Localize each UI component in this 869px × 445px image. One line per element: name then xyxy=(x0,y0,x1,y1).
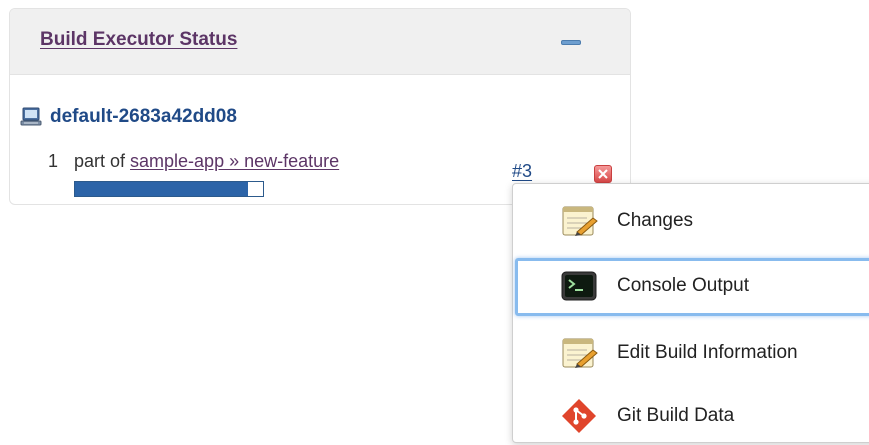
menu-label-changes: Changes xyxy=(617,210,694,231)
executor-prefix: part of xyxy=(74,151,131,171)
build-number-link[interactable]: #3 xyxy=(512,161,532,182)
menu-item-changes[interactable]: Changes xyxy=(515,192,869,250)
git-icon xyxy=(559,399,599,433)
panel-header: Build Executor Status xyxy=(10,9,630,75)
menu-label-git-build-data: Git Build Data xyxy=(617,405,735,426)
panel-title-link[interactable]: Build Executor Status xyxy=(40,29,237,51)
menu-item-console-output[interactable]: Console Output xyxy=(515,258,869,316)
build-context-menu: Changes Console Output Edit Build Inform… xyxy=(512,183,869,443)
computer-name-link[interactable]: default-2683a42dd08 xyxy=(50,106,237,128)
computer-row: default-2683a42dd08 xyxy=(20,105,237,129)
build-progress-fill xyxy=(75,182,248,196)
menu-item-edit-build-information[interactable]: Edit Build Information xyxy=(515,324,869,382)
menu-label-edit-build-information: Edit Build Information xyxy=(617,342,798,363)
notepad-icon xyxy=(559,204,599,238)
menu-label-console-output: Console Output xyxy=(617,275,750,296)
terminal-icon xyxy=(559,269,599,303)
minus-icon[interactable] xyxy=(561,37,581,49)
build-executor-status-panel: Build Executor Status default-2683a42dd0… xyxy=(9,8,631,205)
notepad-icon xyxy=(559,336,599,370)
stop-icon[interactable] xyxy=(594,165,612,183)
executor-number: 1 xyxy=(48,151,59,171)
computer-icon xyxy=(20,107,42,127)
menu-item-git-build-data[interactable]: Git Build Data xyxy=(515,387,869,445)
build-progress-bar[interactable] xyxy=(74,181,264,197)
job-link[interactable]: sample-app » new-feature xyxy=(130,151,339,171)
executor-description: part of sample-app » new-feature xyxy=(74,151,339,172)
